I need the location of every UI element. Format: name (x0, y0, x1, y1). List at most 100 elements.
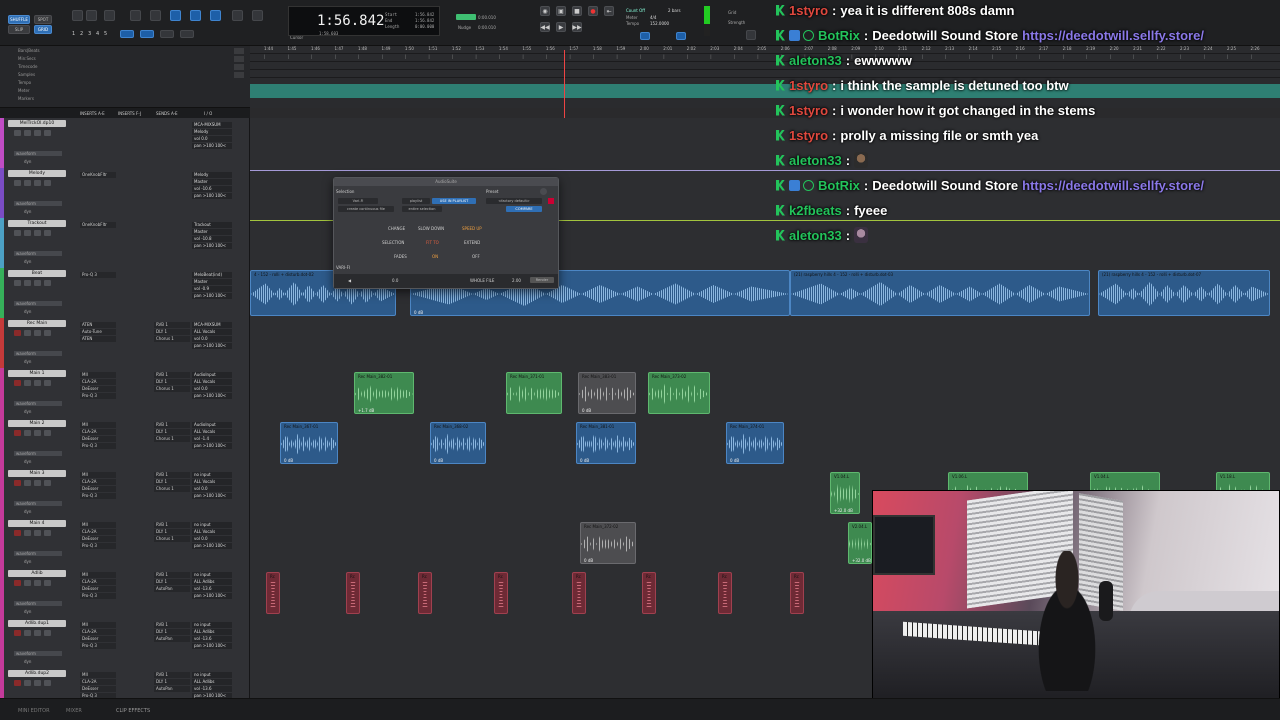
solo-button[interactable] (34, 330, 41, 336)
plugin-title[interactable]: AudioSuite (334, 178, 558, 186)
track-name[interactable]: Main 1 (8, 370, 66, 377)
pan-readout[interactable]: pan >100 100< (192, 443, 232, 449)
insert-slot[interactable]: MII (80, 672, 116, 678)
send-slot[interactable]: DLY 1 (154, 629, 190, 635)
insert-slot[interactable]: ATEN (80, 322, 116, 328)
input-select[interactable]: AudioInput (192, 372, 232, 378)
ruler-add-icon[interactable] (234, 72, 244, 78)
track-name[interactable]: Trackout (8, 220, 66, 227)
chat-username[interactable]: aleton33 (789, 153, 842, 168)
input-monitor-button[interactable] (24, 530, 31, 536)
send-slot[interactable]: AutoPan (154, 686, 190, 692)
output-select[interactable]: Master (192, 279, 232, 285)
insert-slot[interactable]: MII (80, 372, 116, 378)
scrubber-tool-icon[interactable] (232, 10, 243, 21)
send-slot[interactable]: DLY 1 (154, 379, 190, 385)
volume-readout[interactable]: vol -10.8 (192, 236, 232, 242)
input-select[interactable]: no input (192, 672, 232, 678)
tempo-value[interactable]: 152.0000 (650, 21, 669, 26)
send-slot[interactable]: DLY 1 (154, 529, 190, 535)
volume-readout[interactable]: vol -13.6 (192, 686, 232, 692)
mute-button[interactable] (44, 180, 51, 186)
volume-readout[interactable]: vol -13.6 (192, 636, 232, 642)
mute-button[interactable] (44, 680, 51, 686)
track-name[interactable]: Adlib (8, 570, 66, 577)
fit-to-option[interactable]: FIT TO (426, 240, 439, 245)
send-slot[interactable]: DLY 1 (154, 479, 190, 485)
track-name[interactable]: Adlib.dup2 (8, 670, 66, 677)
record-arm-button[interactable] (14, 230, 21, 236)
edit-mode-spot[interactable]: SPOT (34, 15, 52, 24)
insert-slot[interactable]: Pro-Q 3 (80, 593, 116, 599)
preset-select[interactable]: <factory default> (486, 198, 542, 204)
audio-clip[interactable]: Rec Main_368-02 0 dB (430, 422, 486, 464)
record-arm-button[interactable] (14, 280, 21, 286)
speed-up-option[interactable]: SPEED UP (462, 226, 482, 231)
volume-readout[interactable]: vol 0.0 (192, 386, 232, 392)
record-arm-button[interactable] (14, 330, 21, 336)
mute-button[interactable] (44, 580, 51, 586)
track-dyn-label[interactable]: dyn (24, 659, 31, 664)
insert-slot[interactable]: DeEsser (80, 436, 116, 442)
pan-readout[interactable]: pan >100 100< (192, 243, 232, 249)
meter-arrow-icon[interactable]: ◀ (348, 278, 351, 283)
insert-slot[interactable]: DeEsser (80, 386, 116, 392)
track-dyn-label[interactable]: dyn (24, 259, 31, 264)
audiosuite-plugin-window[interactable]: AudioSuite Selection Preset Vari-Fi play… (333, 177, 559, 289)
input-monitor-button[interactable] (24, 580, 31, 586)
audio-clip[interactable]: Rec Main_372-02 0 dB (580, 522, 636, 564)
ruler-timecode[interactable]: Timecode (18, 64, 37, 69)
zoom-preset-1[interactable]: 1 (72, 31, 75, 37)
send-slot[interactable]: Chorus 1 (154, 386, 190, 392)
audio-clip[interactable]: Rec Main_381-01 0 dB (576, 422, 636, 464)
meter-value[interactable]: 4/4 (650, 15, 656, 20)
input-select[interactable]: no input (192, 522, 232, 528)
link-icon[interactable] (120, 30, 134, 38)
chat-username[interactable]: BotRix (818, 178, 860, 193)
search-icon[interactable] (746, 30, 756, 40)
send-slot[interactable]: DLY 1 (154, 429, 190, 435)
slow-down-option[interactable]: SLOW DOWN (418, 226, 444, 231)
track-dyn-label[interactable]: dyn (24, 459, 31, 464)
insert-slot[interactable]: Pro-Q 3 (80, 493, 116, 499)
pan-readout[interactable]: pan >100 100< (192, 543, 232, 549)
insert-slot[interactable]: DeEsser (80, 686, 116, 692)
track-dyn-label[interactable]: dyn (24, 609, 31, 614)
send-slot[interactable]: RVB 1 (154, 322, 190, 328)
record-arm-button[interactable] (14, 530, 21, 536)
selector-tool-icon[interactable] (190, 10, 201, 21)
chat-username[interactable]: BotRix (818, 28, 860, 43)
file-mode-select[interactable]: create continuous file (338, 206, 394, 212)
output-select[interactable]: ALL Vocals (192, 429, 232, 435)
stop-icon[interactable]: ■ (572, 6, 582, 16)
extend-option[interactable]: EXTEND (464, 240, 480, 245)
insert-slot[interactable]: MII (80, 572, 116, 578)
ruler-add-icon[interactable] (234, 64, 244, 70)
track-dyn-label[interactable]: dyn (24, 159, 31, 164)
mixer-tab[interactable]: MIXER (66, 708, 82, 714)
zoom-preset-3[interactable]: 3 (88, 31, 91, 37)
audio-clip[interactable]: (21) raspberry hills 4 - 152 - rolli + d… (790, 270, 1090, 316)
return-to-zero-icon[interactable]: ⇤ (604, 6, 614, 16)
insert-slot[interactable]: DeEsser (80, 486, 116, 492)
clip-gain[interactable]: 0 dB (414, 310, 423, 315)
audio-clip[interactable]: Rec Main_373-02 (648, 372, 710, 414)
length-value[interactable]: 0:00.000 (415, 24, 434, 29)
play-icon[interactable]: ▶ (556, 22, 566, 32)
track-view-select[interactable]: waveform (14, 601, 62, 606)
insert-slot[interactable]: Pro-Q 3 (80, 543, 116, 549)
track-view-select[interactable]: waveform (14, 151, 62, 156)
clip-gain[interactable]: +32.0 dB (834, 508, 853, 513)
track-name[interactable]: Adlib.dup1 (8, 620, 66, 627)
online-icon[interactable]: ◉ (540, 6, 550, 16)
input-select[interactable]: MeloBeat(ind) (192, 272, 232, 278)
ruler-meter[interactable]: Meter (18, 88, 30, 93)
chat-link[interactable]: https://deedotwill.sellfy.store/ (1022, 28, 1204, 43)
audio-clip[interactable]: V1.04.L +32.0 dB (830, 472, 860, 514)
clip-gain[interactable]: 0 dB (434, 458, 443, 463)
audio-clip[interactable]: Rec Main_374-01 0 dB (726, 422, 784, 464)
fades-off-option[interactable]: OFF (472, 254, 480, 259)
input-monitor-button[interactable] (24, 430, 31, 436)
smart-tool-icon[interactable] (170, 10, 181, 21)
record-arm-button[interactable] (14, 430, 21, 436)
